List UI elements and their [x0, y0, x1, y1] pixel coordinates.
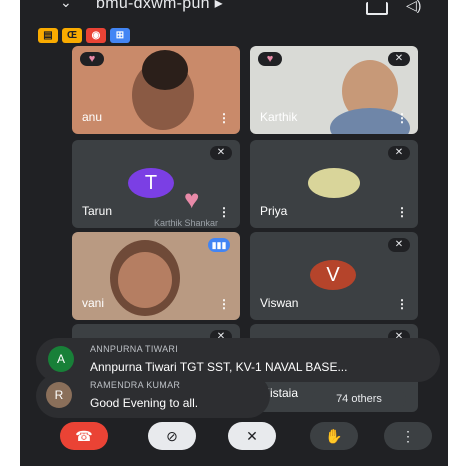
meet-screen: ⌄ bmu-dxwm-puh ▸ ◁) ▤ Œ ◉ ⊞ ♥ anu ⋮ ♥ ✕ …: [20, 0, 448, 466]
switch-camera-icon[interactable]: [366, 2, 388, 15]
camera-off-icon: ⊘: [166, 428, 178, 444]
end-call-button[interactable]: ☎: [60, 422, 108, 450]
others-count-badge[interactable]: 74 others: [312, 390, 406, 408]
participant-name: anu: [82, 110, 103, 124]
participant-name: vani: [82, 296, 105, 310]
raise-hand-button[interactable]: ✋: [310, 422, 358, 450]
mic-muted-icon: ✕: [210, 146, 232, 160]
avatar-flowers-image: [308, 168, 360, 198]
people-status-icon[interactable]: ⊞: [110, 28, 130, 43]
chat-message: Annpurna Tiwari TGT SST, KV-1 NAVAL BASE…: [90, 360, 348, 374]
more-options-icon: ⋮: [401, 428, 415, 444]
avatar: A: [48, 346, 74, 372]
raise-hand-status-icon[interactable]: ▤: [38, 28, 58, 43]
participant-name: Karthik: [260, 110, 298, 124]
heart-reaction-icon: ♥: [80, 52, 104, 66]
participant-tile-viswan[interactable]: ✕ V Viswan ⋮: [250, 232, 418, 320]
mic-muted-icon: ✕: [388, 238, 410, 252]
participant-tile-anu[interactable]: ♥ anu ⋮: [72, 46, 240, 134]
end-call-icon: ☎: [75, 428, 93, 444]
mic-toggle-button[interactable]: ✕: [228, 422, 276, 450]
meeting-code[interactable]: bmu-dxwm-puh ▸: [96, 0, 223, 13]
speaker-icon[interactable]: ◁): [406, 0, 421, 14]
face: [118, 252, 172, 308]
avatar: T: [128, 168, 174, 198]
mic-muted-icon: ✕: [388, 52, 410, 66]
hair: [142, 50, 188, 90]
chat-sender: RAMENDRA KUMAR: [90, 380, 181, 390]
overlay-label: Karthik Shankar: [154, 218, 219, 228]
more-options-button[interactable]: ⋮: [384, 422, 432, 450]
participant-tile-priya[interactable]: ✕ Priya ⋮: [250, 140, 418, 228]
more-options-icon[interactable]: ⋮: [396, 297, 408, 311]
status-icons: ▤ Œ ◉ ⊞: [38, 28, 130, 43]
participant-name: Viswan: [260, 296, 299, 310]
mic-off-icon: ✕: [246, 428, 258, 444]
more-options-icon[interactable]: ⋮: [218, 297, 230, 311]
mic-muted-icon: ✕: [388, 146, 410, 160]
participant-name: Priya: [260, 204, 288, 218]
chat-sender: ANNPURNA TIWARI: [90, 344, 179, 354]
more-options-icon[interactable]: ⋮: [396, 205, 408, 219]
top-bar: ⌄ bmu-dxwm-puh ▸ ◁): [20, 0, 448, 20]
participant-tile-vani[interactable]: ▮▮▮ vani ⋮: [72, 232, 240, 320]
avatar: R: [46, 382, 72, 408]
captions-status-icon[interactable]: Œ: [62, 28, 82, 43]
chat-message-bubble[interactable]: R RAMENDRA KUMAR Good Evening to all.: [36, 374, 270, 418]
more-options-icon[interactable]: ⋮: [218, 205, 230, 219]
collapse-chevron-icon[interactable]: ⌄: [60, 0, 72, 11]
more-options-icon[interactable]: ⋮: [218, 111, 230, 125]
chat-message: Good Evening to all.: [90, 396, 199, 410]
heart-reaction-icon: ♥: [258, 52, 282, 66]
speaking-indicator-icon: ▮▮▮: [208, 238, 230, 252]
camera-toggle-button[interactable]: ⊘: [148, 422, 196, 450]
more-options-icon[interactable]: ⋮: [396, 111, 408, 125]
participant-tile-karthik[interactable]: ♥ ✕ Karthik ⋮: [250, 46, 418, 134]
raise-hand-icon: ✋: [325, 428, 343, 444]
participant-name: Tarun: [82, 204, 113, 218]
avatar: V: [310, 260, 356, 290]
record-status-icon[interactable]: ◉: [86, 28, 106, 43]
participant-tile-tarun[interactable]: ✕ T ♥ Tarun ⋮: [72, 140, 240, 228]
heart-reaction-icon: ♥: [184, 184, 200, 214]
